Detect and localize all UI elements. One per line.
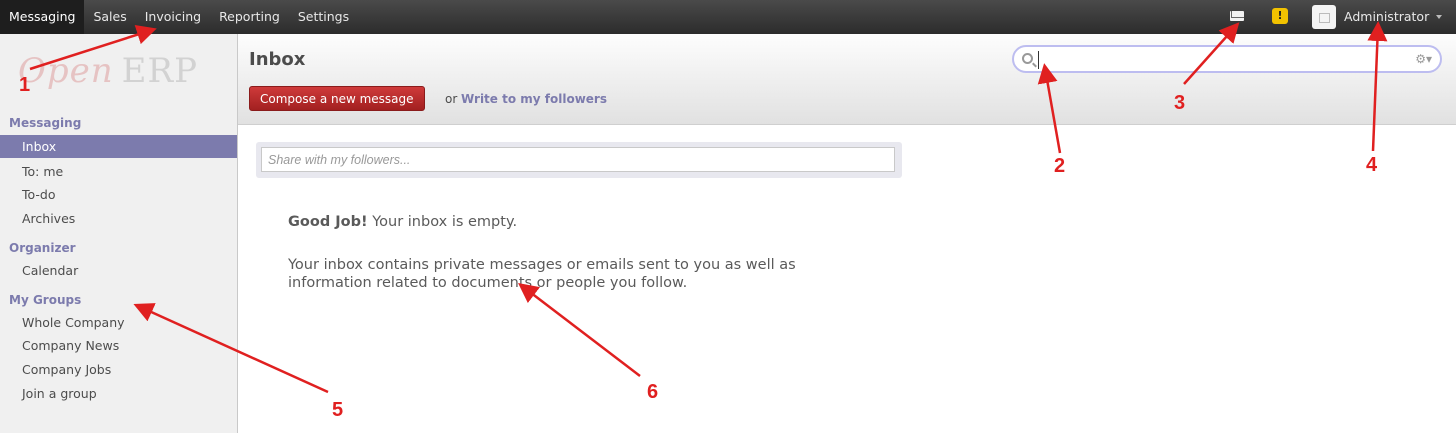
search-icon [1022,53,1033,64]
menu-sales[interactable]: Sales [84,0,135,34]
view-header: Inbox Compose a new message or Write to … [238,34,1456,125]
sidebar-item-calendar[interactable]: Calendar [0,259,237,282]
or-label: or [445,92,458,106]
sidebar-item-to-do[interactable]: To-do [0,183,237,206]
share-box [256,142,902,178]
sidebar-item-company-jobs[interactable]: Company Jobs [0,358,237,381]
logo-open: Open [18,51,114,91]
page-title: Inbox [249,49,306,70]
section-organizer: Organizer [9,241,76,255]
chevron-down-icon[interactable] [1436,15,1442,19]
logo-erp: ERP [121,51,198,91]
sidebar-item-inbox[interactable]: Inbox [0,135,237,158]
mail-icon[interactable] [1230,11,1244,21]
empty-title-bold: Good Job! [288,214,368,230]
empty-description: Your inbox contains private messages or … [288,257,796,291]
annotation-2: 2 [1054,155,1066,177]
main-menu: Messaging Sales Invoicing Reporting Sett… [0,0,358,34]
sidebar-item-archives[interactable]: Archives [0,207,237,230]
share-input[interactable] [261,147,895,172]
openerp-window: Messaging Sales Invoicing Reporting Sett… [0,0,1456,433]
empty-title: Good Job! Your inbox is empty. [288,214,517,230]
annotation-1: 1 [19,74,31,96]
sidebar-item-whole-company[interactable]: Whole Company [0,311,237,334]
annotation-6: 6 [647,381,659,403]
search-options-icon[interactable]: ⚙▾ [1415,52,1432,66]
search-box: ⚙▾ [1012,45,1442,73]
avatar[interactable] [1312,5,1336,29]
write-followers-link[interactable]: Write to my followers [461,92,607,106]
empty-title-text: Your inbox is empty. [367,214,518,230]
sidebar-item-company-news[interactable]: Company News [0,334,237,357]
annotation-5: 5 [332,399,344,421]
sidebar: Open ERP Messaging Inbox To: me To-do Arc… [0,34,238,433]
annotation-4: 4 [1366,154,1378,176]
menu-messaging[interactable]: Messaging [0,0,85,34]
openerp-logo: Open ERP [18,51,218,99]
search-input[interactable] [1038,51,1378,69]
menu-reporting[interactable]: Reporting [210,0,289,34]
menu-settings[interactable]: Settings [289,0,358,34]
menu-invoicing[interactable]: Invoicing [136,0,210,34]
compose-button[interactable]: Compose a new message [249,86,425,111]
sidebar-item-to-me[interactable]: To: me [0,160,237,183]
sidebar-item-join-group[interactable]: Join a group [0,382,237,405]
section-messaging: Messaging [9,116,82,130]
top-menu-bar: Messaging Sales Invoicing Reporting Sett… [0,0,1456,34]
section-my-groups: My Groups [9,293,82,307]
user-menu[interactable]: Administrator [1344,0,1429,34]
annotation-3: 3 [1174,92,1186,114]
arrow-6 [518,282,641,377]
alert-icon[interactable]: ! [1272,8,1288,24]
